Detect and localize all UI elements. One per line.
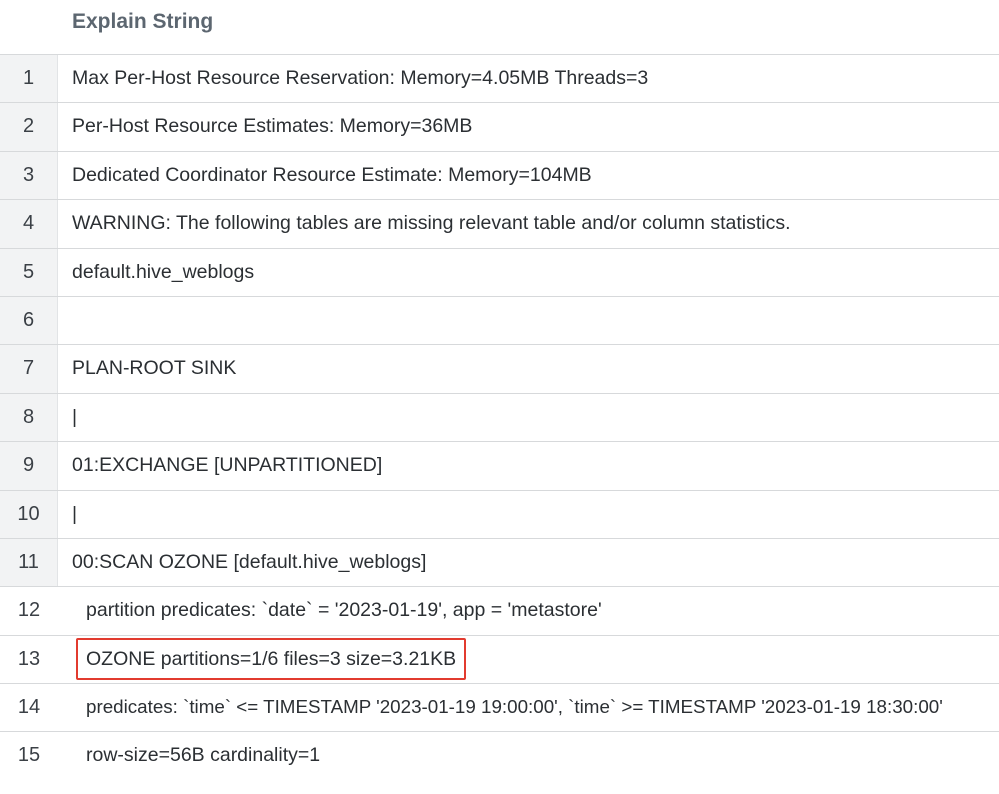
table-row: 1 Max Per-Host Resource Reservation: Mem…: [0, 55, 999, 104]
explain-cell: PLAN-ROOT SINK: [72, 357, 237, 380]
explain-cell: Dedicated Coordinator Resource Estimate:…: [72, 163, 592, 186]
row-number: 11: [0, 538, 58, 587]
table-row: 10 |: [0, 490, 999, 539]
row-number: 14: [0, 684, 58, 732]
row-number: 1: [0, 55, 58, 103]
table-row: 13 OZONE partitions=1/6 files=3 size=3.2…: [0, 635, 999, 685]
highlighted-cell-text: OZONE partitions=1/6 files=3 size=3.21KB: [76, 637, 467, 680]
table-row: 7 PLAN-ROOT SINK: [0, 345, 999, 394]
table-row: 6: [0, 296, 999, 346]
table-row: 2 Per-Host Resource Estimates: Memory=36…: [0, 103, 999, 152]
table-row: 11 00:SCAN OZONE [default.hive_weblogs]: [0, 538, 999, 588]
table-row: 5 default.hive_weblogs: [0, 248, 999, 297]
row-number: 12: [0, 587, 58, 635]
table-row: 15 row-size=56B cardinality=1: [0, 732, 999, 781]
row-number: 10: [0, 490, 58, 538]
explain-cell: |: [72, 405, 78, 428]
explain-cell: Max Per-Host Resource Reservation: Memor…: [72, 67, 649, 89]
explain-cell: Per-Host Resource Estimates: Memory=36MB: [72, 115, 473, 138]
table-header: Explain String: [0, 0, 999, 55]
row-number: 15: [0, 732, 58, 781]
row-number: 13: [0, 635, 58, 684]
row-number: 2: [0, 103, 58, 151]
table-row: 14 predicates: `time` <= TIMESTAMP '2023…: [0, 684, 999, 733]
explain-cell: |: [72, 502, 78, 525]
table-body: 1 Max Per-Host Resource Reservation: Mem…: [0, 55, 999, 781]
explain-cell: OZONE partitions=1/6 files=3 size=3.21KB: [76, 636, 999, 683]
table-row: 8 |: [0, 393, 999, 443]
table-row: 4 WARNING: The following tables are miss…: [0, 200, 999, 249]
explain-table: Explain String 1 Max Per-Host Resource R…: [0, 0, 999, 794]
column-header-explain-string[interactable]: Explain String: [72, 9, 213, 35]
row-number: 4: [0, 200, 58, 248]
explain-cell: default.hive_weblogs: [72, 260, 255, 283]
explain-cell: [72, 297, 999, 344]
explain-cell: row-size=56B cardinality=1: [86, 744, 321, 767]
table-row: 12 partition predicates: `date` = '2023-…: [0, 587, 999, 636]
row-number: 7: [0, 345, 58, 393]
table-row: 9 01:EXCHANGE [UNPARTITIONED]: [0, 442, 999, 491]
explain-cell: partition predicates: `date` = '2023-01-…: [86, 599, 602, 622]
row-number: 6: [0, 296, 58, 345]
explain-cell: predicates: `time` <= TIMESTAMP '2023-01…: [86, 696, 943, 718]
explain-cell: 00:SCAN OZONE [default.hive_weblogs]: [72, 550, 427, 573]
row-number: 9: [0, 442, 58, 490]
table-row: 3 Dedicated Coordinator Resource Estimat…: [0, 151, 999, 201]
row-number: 3: [0, 151, 58, 200]
explain-cell: WARNING: The following tables are missin…: [72, 212, 791, 235]
explain-cell: 01:EXCHANGE [UNPARTITIONED]: [72, 454, 383, 477]
row-number: 5: [0, 248, 58, 296]
row-number: 8: [0, 393, 58, 442]
row-number-header: [0, 0, 58, 54]
